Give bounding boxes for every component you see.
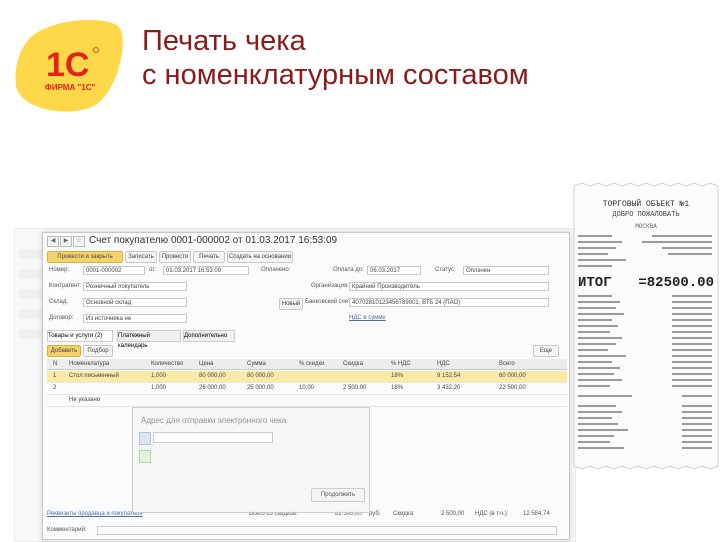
star-icon[interactable]: ☆ [73,236,85,247]
org-field[interactable]: Крайний Производитель [349,282,549,291]
pay-date-field[interactable]: 06.03.2017 [367,266,421,275]
paid-label: Оплачено: [261,267,291,273]
receipt-title: ТОРГОВЫЙ ОБЪЕКТ №1 [603,199,690,209]
bank-field[interactable]: 40702810123456789001, ВТБ 24 (ПАО) [349,298,549,307]
cell-total: 22 500,00 [499,385,526,391]
cell-nomenclature: Стол письменный [69,373,119,379]
table-row[interactable]: Не указано [47,395,567,407]
from-label: от: [149,267,157,273]
cell-sum: 80 000,00 [247,373,274,379]
org-label: Организация: [311,283,349,289]
forward-button[interactable]: ▶ [60,236,72,247]
tab-payment-calendar[interactable]: Платежный календарь [117,330,181,349]
phone-icon [139,450,151,463]
cell-sum: 25 000,00 [247,385,274,391]
email-input[interactable] [153,432,273,443]
requisites-link[interactable]: Реквизиты продавца и покупателя [47,511,143,517]
col-nomenclature: Номенклатура [69,361,110,367]
col-total: Всего [499,361,515,367]
cell-total: 60 000,00 [499,373,526,379]
col-vat: НДС [437,361,450,367]
col-n: N [53,361,58,367]
post-close-button[interactable]: Провести и закрыть [47,251,123,263]
table-row[interactable]: 2 1,000 26 000,00 25 000,00 10,00 2 500,… [47,383,567,395]
logo-caption: ФИРМА "1С" [45,83,95,92]
cell-n: 1 [53,373,57,379]
customer-field[interactable]: Розничный покупатель [83,282,187,291]
cell-n: 2 [53,385,57,391]
extra-field[interactable]: Из источника не [83,314,187,323]
receipt-total-value: =82500.00 [638,275,714,291]
slide-title-line1: Печать чека [142,25,306,57]
post-button[interactable]: Провести [159,251,191,263]
cell-price: 80 000,00 [199,373,226,379]
tab-additional[interactable]: Дополнительно [183,330,235,342]
print-button[interactable]: Печать [193,251,225,263]
slide-title: Печать чека с номенклатурным составом [142,24,529,92]
col-quantity: Количество [151,361,184,367]
email-icon [139,432,151,445]
vat-total-value: 12 584,74 [523,511,550,517]
col-vat-pct: % НДС [391,361,411,367]
receipt-city: МОСКВА [635,223,657,230]
cell-price: 26 000,00 [199,385,226,391]
create-based-button[interactable]: Создать на основании [227,251,293,263]
save-button[interactable]: Записать [125,251,157,263]
warehouse-label: Склад: [49,299,69,305]
receipt-total-label: ИТОГ [578,275,612,291]
number-label: Номер: [49,267,70,273]
customer-label: Контрагент: [49,283,82,289]
date-field[interactable]: 01.03.2017 16:53:09 [163,266,249,275]
cell-nomenclature: Не указано [69,397,101,403]
slide-title-line2: с номенклатурным составом [142,59,529,91]
add-button[interactable]: Добавить [47,345,81,357]
cell-discount: 2 500,00 [343,385,367,391]
pay-date-label: Оплата до: [333,267,364,273]
cell-vat: 9 152,54 [437,373,461,379]
warehouse-field[interactable]: Основной склад [83,298,187,307]
cell-vat-pct: 18% [391,373,404,379]
cell-discount-pct: 10,00 [299,385,315,391]
continue-button[interactable]: Продолжить [311,488,365,502]
col-sum: Сумма [247,361,266,367]
bank-label: Банковский счет: [305,299,353,305]
discount-value: 2 500,00 [441,511,465,517]
table-row[interactable]: 1 Стол письменный 1,000 80 000,00 80 000… [47,371,567,383]
cell-quantity: 1,000 [151,385,167,391]
pick-button[interactable]: Подбор [83,345,113,357]
comment-field[interactable] [97,526,557,535]
vat-total-label: НДС (в т.ч.): [475,511,509,517]
comment-label: Комментарий: [47,527,87,533]
logo-brand: 1С [46,46,89,84]
table-header: N Номенклатура Количество Цена Сумма % с… [47,359,567,370]
cell-vat: 3 432,20 [437,385,461,391]
vat-link[interactable]: НДС в сумме [349,315,386,321]
col-price: Цена [199,361,214,367]
receipt: ТОРГОВЫЙ ОБЪЕКТ №1 ДОБРО ПОЖАЛОВАТЬ МОСК… [573,182,719,470]
discount-label: Скидка: [393,511,415,517]
col-discount-pct: % скидки [299,361,325,367]
number-field[interactable]: 0001-000002 [83,266,145,275]
cell-vat-pct: 18% [391,385,404,391]
status-label: Статус: [435,267,456,273]
cell-quantity: 1,000 [151,373,167,379]
col-discount: Скидка [343,361,363,367]
new-button[interactable]: Новый [279,298,303,310]
back-button[interactable]: ◀ [47,236,59,247]
1c-logo: 1С ФИРМА "1С" [15,19,123,112]
email-dialog: Адрес для отправки электронного чека Про… [132,407,370,513]
more-button[interactable]: Еще [533,345,559,357]
window-title: Счет покупателю 0001-000002 от 01.03.201… [89,235,338,246]
currency: руб. [369,511,381,517]
tab-goods[interactable]: Товары и услуги (2) [47,330,113,342]
status-field[interactable]: Оплачен [463,266,549,275]
email-dialog-label: Адрес для отправки электронного чека [141,416,287,425]
receipt-subtitle: ДОБРО ПОЖАЛОВАТЬ [612,211,679,219]
agreement-label: Договор: [49,315,74,321]
